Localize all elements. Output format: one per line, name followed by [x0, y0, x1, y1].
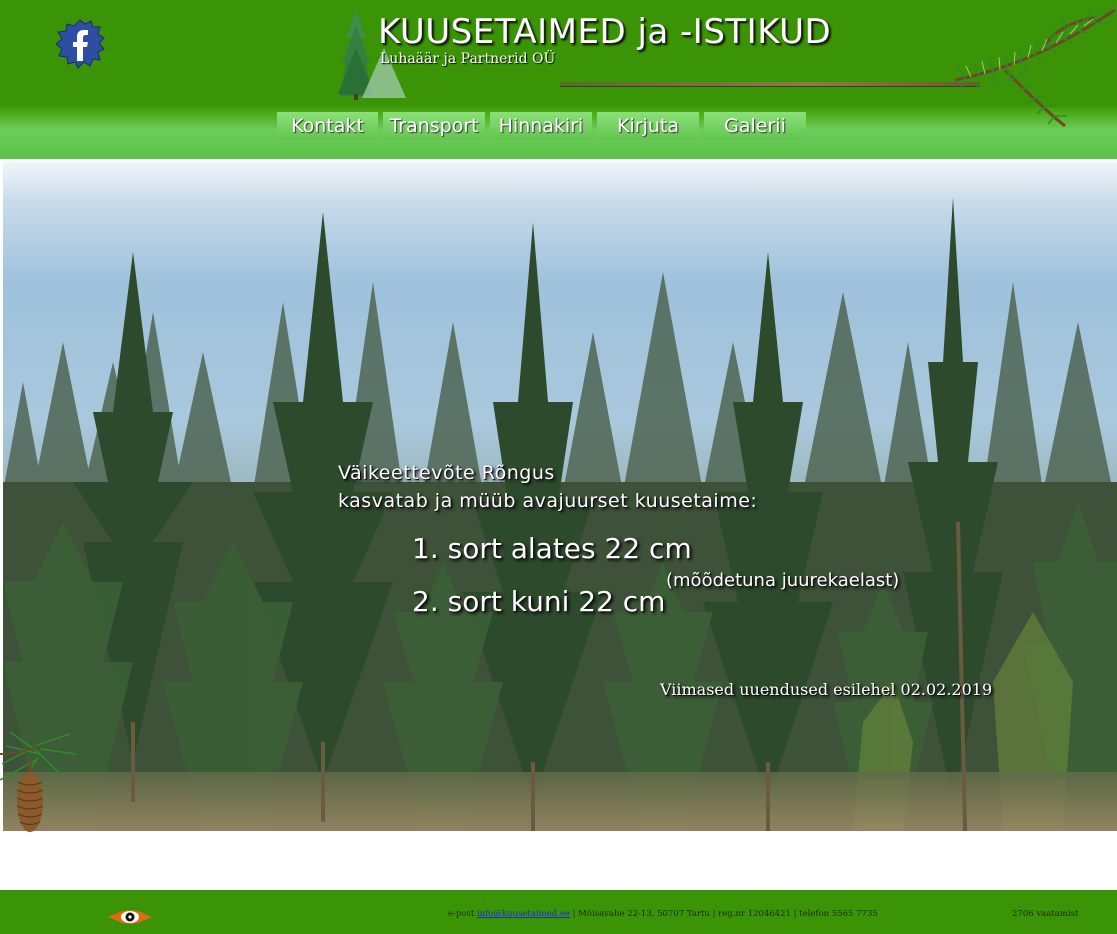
- measurement-note: (mõõdetuna juurekaelast): [666, 570, 900, 591]
- last-updated-text: Viimased uuendused esilehel 02.02.2019: [660, 680, 993, 699]
- footer-contact-info: e-post info@kuusetaimed.ee | Mõisavahe 2…: [448, 909, 878, 919]
- header-divider: [560, 82, 980, 87]
- eye-icon: [108, 910, 152, 924]
- nav-item-kirjuta[interactable]: Kirjuta: [597, 112, 699, 140]
- email-prefix: e-post: [448, 909, 477, 919]
- nav-item-transport[interactable]: Transport: [383, 112, 485, 140]
- nav-item-kontakt[interactable]: Kontakt: [277, 112, 378, 140]
- site-subtitle: Luhaäär ja Partnerid OÜ: [380, 51, 556, 67]
- intro-line-2: kasvatab ja müüb avajuurset kuusetaime:: [338, 490, 758, 512]
- nav-item-hinnakiri[interactable]: Hinnakiri: [490, 112, 592, 140]
- contact-details: | Mõisavahe 22-13, 50707 Tartu | reg.nr …: [569, 909, 878, 919]
- main-nav: Kontakt Transport Hinnakiri Kirjuta Gale…: [277, 112, 807, 140]
- intro-line-1: Väikeettevõte Rõngus: [338, 462, 555, 484]
- sort-2-text: 2. sort kuni 22 cm: [412, 585, 666, 618]
- spruce-cone-icon: [0, 731, 77, 832]
- email-link[interactable]: info@kuusetaimed.ee: [477, 909, 570, 919]
- nav-item-galerii[interactable]: Galerii: [704, 112, 806, 140]
- hero-forest-image: Väikeettevõte Rõngus kasvatab ja müüb av…: [3, 162, 1117, 831]
- site-header: KUUSETAIMED ja -ISTIKUD Luhaäär ja Partn…: [0, 0, 1117, 159]
- site-title: KUUSETAIMED ja -ISTIKUD: [378, 12, 832, 52]
- facebook-icon[interactable]: [54, 18, 106, 70]
- visit-counter: 2706 vaatamist: [1012, 909, 1079, 919]
- sort-1-text: 1. sort alates 22 cm: [412, 532, 692, 565]
- spruce-branch-icon: [954, 5, 1116, 128]
